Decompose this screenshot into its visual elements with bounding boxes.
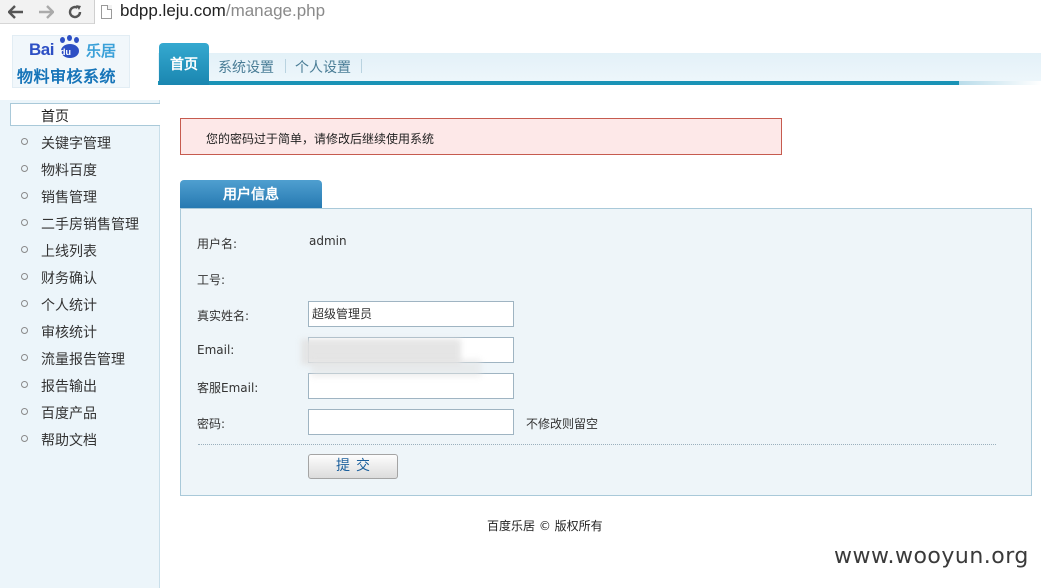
address-bar[interactable]: bdpp.leju.com/manage.php [94,0,1041,24]
bullet-icon [21,165,28,172]
sidebar-item-label: 报告输出 [41,379,97,395]
footer-copyright: 百度乐居 © 版权所有 [487,519,603,533]
sidebar-item-label: 关键字管理 [41,136,111,152]
bullet-icon [21,327,28,334]
password-field[interactable] [308,409,514,435]
bullet-icon [21,408,28,415]
user-info-form: 用户名: admin 工号: 真实姓名: 超级管理员 Email: 客服Emai… [180,208,1032,496]
reload-icon[interactable] [64,1,86,23]
user-info-tab[interactable]: 用户信息 [180,180,322,209]
sidebar-item-label: 二手房销售管理 [41,217,139,233]
sidebar-item-keyword-management[interactable]: 关键字管理 [0,129,160,156]
realname-field[interactable]: 超级管理员 [308,301,514,327]
nav-accent-fade [959,81,1041,85]
sidebar-item-label: 首页 [41,109,69,125]
password-hint: 不修改则留空 [526,417,599,431]
bullet-icon [21,219,28,226]
form-divider [198,444,996,445]
sidebar-item-label: 上线列表 [41,244,97,260]
bullet-icon [21,381,28,388]
username-value: admin [309,234,347,248]
sidebar-item-traffic-reports[interactable]: 流量报告管理 [0,345,160,372]
sidebar-item-finance-confirm[interactable]: 财务确认 [0,264,160,291]
sidebar-item-report-export[interactable]: 报告输出 [0,372,160,399]
bullet-icon [21,435,28,442]
watermark: www.wooyun.org [834,544,1029,569]
sidebar-item-label: 百度产品 [41,406,97,422]
password-warning-alert: 您的密码过于简单，请修改后继续使用系统 [180,118,782,155]
tab-system-settings[interactable]: 系统设置 [218,57,274,77]
url-text: bdpp.leju.com/manage.php [120,1,325,21]
realname-label: 真实姓名: [197,309,250,323]
page-header: Bai du 乐居 物料审核系统 首页 系统设置 个人设置 [0,24,1041,100]
page-icon [101,5,112,19]
nav-accent-bar [158,81,959,85]
sidebar-item-online-list[interactable]: 上线列表 [0,237,160,264]
sidebar-item-personal-stats[interactable]: 个人统计 [0,291,160,318]
logo-system-name: 物料审核系统 [17,67,117,86]
submit-button[interactable]: 提交 [308,454,398,479]
bullet-icon [21,246,28,253]
employee-id-label: 工号: [197,273,226,287]
sidebar-item-label: 销售管理 [41,190,97,206]
bullet-icon [21,273,28,280]
sidebar-item-home[interactable]: 首页 [10,103,160,126]
browser-toolbar: bdpp.leju.com/manage.php [0,0,1041,24]
sidebar-item-label: 审核统计 [41,325,97,341]
url-host: bdpp.leju.com [120,1,226,20]
tab-divider [285,59,286,73]
back-arrow-icon[interactable] [5,1,27,23]
sidebar-item-label: 财务确认 [41,271,97,287]
top-nav: 首页 系统设置 个人设置 [158,24,1041,86]
redacted-mask-fade [311,359,481,377]
logo-brand-du: du [60,47,71,57]
sidebar-item-help-docs[interactable]: 帮助文档 [0,426,160,453]
sidebar-item-label: 帮助文档 [41,433,97,449]
bullet-icon [21,300,28,307]
email-label: Email: [197,343,235,357]
sidebar: 首页 关键字管理 物料百度 销售管理 二手房销售管理 上线列表 财务确认 个人统… [0,100,160,588]
bullet-icon [21,354,28,361]
sidebar-item-label: 个人统计 [41,298,97,314]
tab-divider [361,59,362,73]
service-email-label: 客服Email: [197,381,259,395]
tab-home[interactable]: 首页 [159,43,209,85]
sidebar-item-baidu-products[interactable]: 百度产品 [0,399,160,426]
url-path: /manage.php [225,1,326,20]
baidu-leju-logo[interactable]: Bai du 乐居 物料审核系统 [12,35,130,88]
logo-brand-partner: 乐居 [86,42,117,60]
password-label: 密码: [197,417,226,431]
username-label: 用户名: [197,237,238,251]
sidebar-item-material-baidu[interactable]: 物料百度 [0,156,160,183]
forward-arrow-icon[interactable] [35,1,57,23]
sidebar-item-sales-management[interactable]: 销售管理 [0,183,160,210]
nav-stripe [158,53,1041,81]
sidebar-item-second-hand-sales[interactable]: 二手房销售管理 [0,210,160,237]
sidebar-item-label: 流量报告管理 [41,352,125,368]
logo-brand-latin: Bai [29,40,54,59]
bullet-icon [21,138,28,145]
sidebar-item-label: 物料百度 [41,163,97,179]
tab-personal-settings[interactable]: 个人设置 [295,57,351,77]
alert-message: 您的密码过于简单，请修改后继续使用系统 [206,132,435,146]
sidebar-item-review-stats[interactable]: 审核统计 [0,318,160,345]
bullet-icon [21,192,28,199]
